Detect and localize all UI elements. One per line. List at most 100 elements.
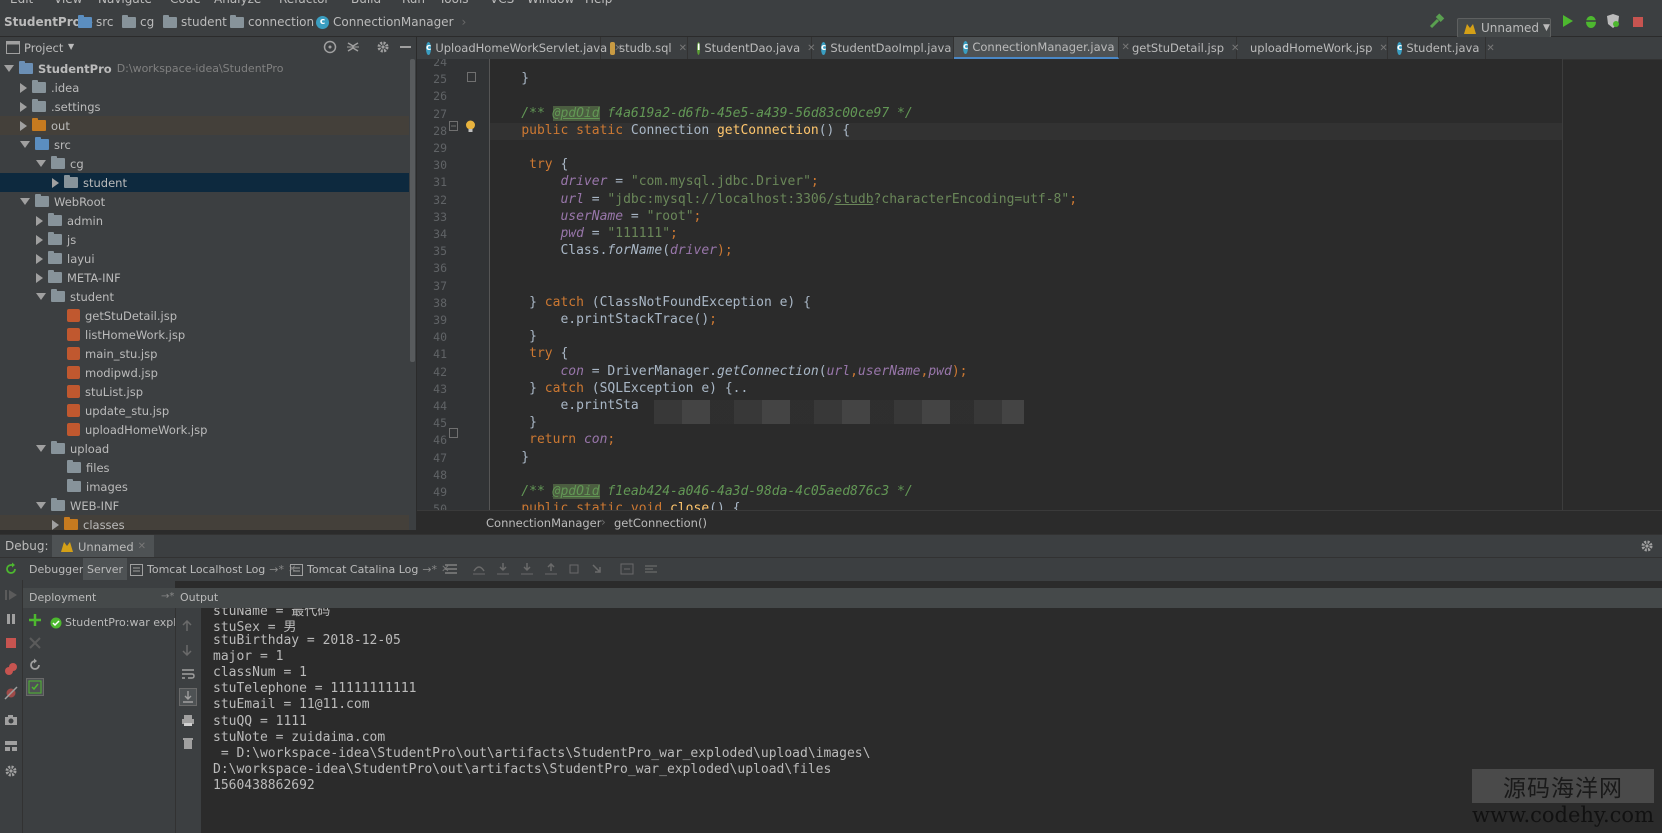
arrow-down-icon[interactable] <box>181 644 193 656</box>
rerun-icon[interactable] <box>4 562 18 576</box>
step-over-icon[interactable] <box>472 563 486 575</box>
collapse-all-icon[interactable] <box>346 40 360 54</box>
tab-debugger[interactable]: Debugger <box>25 558 87 581</box>
editor-tab[interactable]: uploadHomeWork.jsp ✕ <box>1237 37 1388 59</box>
close-icon[interactable]: ✕ <box>1486 43 1494 54</box>
editor-tab[interactable]: c ConnectionManager.java ✕ <box>954 37 1130 59</box>
debug-session-tab[interactable]: Unnamed ✕ <box>52 535 155 558</box>
chevron-right-icon[interactable] <box>52 177 59 188</box>
drop-frame-icon[interactable] <box>568 563 582 575</box>
step-into-icon[interactable] <box>496 563 510 575</box>
tab-tomcat-localhost-log[interactable]: Tomcat Localhost Log →* ✕ <box>126 558 300 581</box>
chevron-down-icon[interactable] <box>20 198 30 205</box>
tree-item[interactable]: .idea <box>0 78 409 97</box>
tree-item[interactable]: .settings <box>0 97 409 116</box>
nav-crumb-connection[interactable]: connection › <box>230 14 327 30</box>
resume-icon[interactable] <box>4 588 18 602</box>
fold-marker-icon[interactable] <box>449 428 458 438</box>
chevron-down-icon[interactable] <box>36 293 46 300</box>
editor-tab[interactable]: getStuDetail.jsp ✕ <box>1119 37 1239 59</box>
chevron-right-icon[interactable] <box>20 120 27 131</box>
stop-icon[interactable] <box>4 636 18 650</box>
chevron-down-icon[interactable] <box>36 160 46 167</box>
build-hammer-icon[interactable] <box>1428 12 1446 30</box>
tree-item[interactable]: WEB-INF <box>0 496 409 515</box>
editor-tab[interactable]: cStudentDaoImpl.java✕ <box>812 37 967 59</box>
tree-item[interactable]: files <box>0 458 409 477</box>
tree-item[interactable]: admin <box>0 211 409 230</box>
gear-icon[interactable] <box>1640 539 1654 553</box>
undeploy-icon[interactable] <box>28 636 42 650</box>
step-out-icon[interactable] <box>544 563 558 575</box>
tree-item[interactable]: stuList.jsp <box>0 382 409 401</box>
chevron-down-icon[interactable] <box>36 445 46 452</box>
project-scrollbar[interactable] <box>409 59 416 530</box>
hide-panel-icon[interactable] <box>400 46 411 48</box>
scroll-to-end-icon[interactable] <box>179 688 197 706</box>
tree-item[interactable]: main_stu.jsp <box>0 344 409 363</box>
tree-item[interactable]: uploadHomeWork.jsp <box>0 420 409 439</box>
refresh-icon[interactable] <box>28 658 42 672</box>
print-icon[interactable] <box>181 714 195 727</box>
menu-lines-icon[interactable] <box>444 563 458 575</box>
run-configuration-select[interactable]: Unnamed ▼ <box>1457 18 1551 38</box>
run-icon[interactable] <box>1562 14 1574 28</box>
chevron-right-icon[interactable] <box>36 253 43 264</box>
tree-item[interactable]: listHomeWork.jsp <box>0 325 409 344</box>
debug-bug-icon[interactable] <box>1584 13 1598 29</box>
arrow-up-icon[interactable] <box>181 620 193 632</box>
tree-item[interactable]: js <box>0 230 409 249</box>
tree-item[interactable]: WebRoot <box>0 192 409 211</box>
soft-wrap-icon[interactable] <box>181 668 195 680</box>
editor-tab[interactable]: c UploadHomeWorkServlet.java ✕ <box>417 37 623 59</box>
evaluate-expression-icon[interactable] <box>620 563 634 575</box>
deployment-item-label[interactable]: StudentPro:war expl <box>65 616 175 629</box>
tree-item[interactable]: student <box>0 287 409 306</box>
nav-crumb-class[interactable]: c ConnectionManager › <box>316 14 466 30</box>
close-icon[interactable]: ✕ <box>1379 43 1387 54</box>
chevron-right-icon[interactable] <box>36 272 43 283</box>
pause-icon[interactable] <box>4 612 18 626</box>
tree-item[interactable]: update_stu.jsp <box>0 401 409 420</box>
tree-item[interactable]: layui <box>0 249 409 268</box>
lightbulb-icon[interactable] <box>465 120 476 133</box>
tree-root[interactable]: StudentPro D:\workspace-idea\StudentPro <box>0 59 409 78</box>
editor-tab[interactable]: I StudentDao.java ✕ <box>688 37 816 59</box>
tab-server[interactable]: Server <box>83 558 128 581</box>
code-editor[interactable]: } /** @pdOid f4a619a2-d6fb-45e5-a439-56d… <box>490 59 1562 510</box>
fold-marker-icon[interactable] <box>467 72 476 82</box>
project-view-label[interactable]: Project <box>24 41 63 55</box>
chevron-down-icon[interactable]: ▼ <box>68 42 74 51</box>
camera-icon[interactable] <box>4 714 18 726</box>
view-breakpoints-icon[interactable] <box>4 662 18 676</box>
stop-icon[interactable] <box>1632 16 1644 28</box>
tree-item[interactable]: modipwd.jsp <box>0 363 409 382</box>
server-status-icon[interactable] <box>26 678 44 696</box>
chevron-down-icon[interactable] <box>20 141 30 148</box>
force-step-into-icon[interactable] <box>520 563 534 575</box>
chevron-right-icon[interactable] <box>36 215 43 226</box>
nav-crumb-student[interactable]: student › <box>163 14 240 30</box>
gear-icon[interactable] <box>376 40 390 54</box>
tree-item[interactable]: cg <box>0 154 409 173</box>
editor-tab[interactable]: studb.sql ✕ <box>601 37 688 59</box>
chevron-right-icon[interactable] <box>36 234 43 245</box>
breadcrumb-class[interactable]: ConnectionManager <box>486 516 601 530</box>
close-icon[interactable]: ✕ <box>679 43 687 54</box>
tree-item[interactable]: getStuDetail.jsp <box>0 306 409 325</box>
fold-marker-icon[interactable] <box>449 121 458 131</box>
breadcrumb-method[interactable]: getConnection() <box>614 516 707 530</box>
editor-tab[interactable]: c Student.java ✕ <box>1388 37 1495 59</box>
deploy-icon[interactable] <box>28 613 42 627</box>
tree-item[interactable]: META-INF <box>0 268 409 287</box>
console-output[interactable]: sid = 11111111111stuName = 最代码stuSex = 男… <box>201 608 1662 833</box>
tree-item[interactable]: upload <box>0 439 409 458</box>
nav-crumb-src[interactable]: src › <box>78 14 126 30</box>
coverage-shield-icon[interactable] <box>1606 13 1620 29</box>
mute-breakpoints-icon[interactable] <box>4 686 18 700</box>
trash-icon[interactable] <box>182 736 194 750</box>
chevron-right-icon[interactable] <box>20 82 27 93</box>
nav-crumb-cg[interactable]: cg › <box>122 14 167 30</box>
chevron-down-icon[interactable] <box>36 502 46 509</box>
tree-item[interactable]: student <box>0 173 409 192</box>
